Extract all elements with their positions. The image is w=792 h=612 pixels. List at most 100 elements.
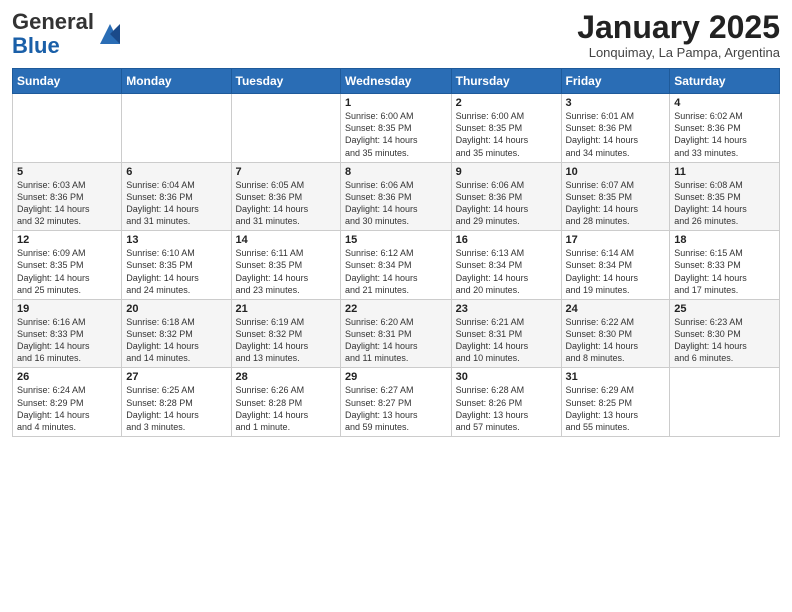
day-cell: 4Sunrise: 6:02 AMSunset: 8:36 PMDaylight… xyxy=(670,94,780,163)
day-content: Sunrise: 6:14 AMSunset: 8:34 PMDaylight:… xyxy=(566,247,666,296)
day-number: 19 xyxy=(17,303,117,315)
day-content: Sunrise: 6:23 AMSunset: 8:30 PMDaylight:… xyxy=(674,316,775,365)
day-number: 13 xyxy=(126,234,226,246)
day-content: Sunrise: 6:16 AMSunset: 8:33 PMDaylight:… xyxy=(17,316,117,365)
day-content: Sunrise: 6:06 AMSunset: 8:36 PMDaylight:… xyxy=(345,179,447,228)
day-number: 29 xyxy=(345,371,447,383)
day-content: Sunrise: 6:25 AMSunset: 8:28 PMDaylight:… xyxy=(126,384,226,433)
week-row-3: 12Sunrise: 6:09 AMSunset: 8:35 PMDayligh… xyxy=(13,231,780,300)
day-cell: 5Sunrise: 6:03 AMSunset: 8:36 PMDaylight… xyxy=(13,162,122,231)
day-cell: 25Sunrise: 6:23 AMSunset: 8:30 PMDayligh… xyxy=(670,299,780,368)
header-wednesday: Wednesday xyxy=(341,69,452,94)
day-content: Sunrise: 6:11 AMSunset: 8:35 PMDaylight:… xyxy=(236,247,336,296)
calendar-table: Sunday Monday Tuesday Wednesday Thursday… xyxy=(12,68,780,437)
day-cell: 20Sunrise: 6:18 AMSunset: 8:32 PMDayligh… xyxy=(122,299,231,368)
header: General Blue January 2025 Lonquimay, La … xyxy=(12,10,780,60)
day-content: Sunrise: 6:24 AMSunset: 8:29 PMDaylight:… xyxy=(17,384,117,433)
logo-icon xyxy=(96,20,124,48)
day-number: 12 xyxy=(17,234,117,246)
day-cell: 22Sunrise: 6:20 AMSunset: 8:31 PMDayligh… xyxy=(341,299,452,368)
day-number: 2 xyxy=(456,97,557,109)
day-number: 28 xyxy=(236,371,336,383)
day-content: Sunrise: 6:03 AMSunset: 8:36 PMDaylight:… xyxy=(17,179,117,228)
day-content: Sunrise: 6:05 AMSunset: 8:36 PMDaylight:… xyxy=(236,179,336,228)
day-cell: 31Sunrise: 6:29 AMSunset: 8:25 PMDayligh… xyxy=(561,368,670,437)
day-cell: 10Sunrise: 6:07 AMSunset: 8:35 PMDayligh… xyxy=(561,162,670,231)
day-number: 21 xyxy=(236,303,336,315)
day-cell: 6Sunrise: 6:04 AMSunset: 8:36 PMDaylight… xyxy=(122,162,231,231)
day-cell xyxy=(231,94,340,163)
day-content: Sunrise: 6:19 AMSunset: 8:32 PMDaylight:… xyxy=(236,316,336,365)
day-number: 18 xyxy=(674,234,775,246)
day-number: 9 xyxy=(456,166,557,178)
day-content: Sunrise: 6:12 AMSunset: 8:34 PMDaylight:… xyxy=(345,247,447,296)
day-number: 23 xyxy=(456,303,557,315)
day-cell: 27Sunrise: 6:25 AMSunset: 8:28 PMDayligh… xyxy=(122,368,231,437)
day-cell: 9Sunrise: 6:06 AMSunset: 8:36 PMDaylight… xyxy=(451,162,561,231)
day-content: Sunrise: 6:21 AMSunset: 8:31 PMDaylight:… xyxy=(456,316,557,365)
day-content: Sunrise: 6:10 AMSunset: 8:35 PMDaylight:… xyxy=(126,247,226,296)
header-friday: Friday xyxy=(561,69,670,94)
day-number: 14 xyxy=(236,234,336,246)
day-number: 1 xyxy=(345,97,447,109)
day-content: Sunrise: 6:27 AMSunset: 8:27 PMDaylight:… xyxy=(345,384,447,433)
day-number: 30 xyxy=(456,371,557,383)
day-number: 31 xyxy=(566,371,666,383)
day-cell: 26Sunrise: 6:24 AMSunset: 8:29 PMDayligh… xyxy=(13,368,122,437)
day-content: Sunrise: 6:06 AMSunset: 8:36 PMDaylight:… xyxy=(456,179,557,228)
day-cell: 28Sunrise: 6:26 AMSunset: 8:28 PMDayligh… xyxy=(231,368,340,437)
logo: General Blue xyxy=(12,10,124,58)
day-cell: 8Sunrise: 6:06 AMSunset: 8:36 PMDaylight… xyxy=(341,162,452,231)
week-row-4: 19Sunrise: 6:16 AMSunset: 8:33 PMDayligh… xyxy=(13,299,780,368)
day-cell: 24Sunrise: 6:22 AMSunset: 8:30 PMDayligh… xyxy=(561,299,670,368)
week-row-5: 26Sunrise: 6:24 AMSunset: 8:29 PMDayligh… xyxy=(13,368,780,437)
day-number: 6 xyxy=(126,166,226,178)
week-row-1: 1Sunrise: 6:00 AMSunset: 8:35 PMDaylight… xyxy=(13,94,780,163)
day-cell: 21Sunrise: 6:19 AMSunset: 8:32 PMDayligh… xyxy=(231,299,340,368)
day-number: 27 xyxy=(126,371,226,383)
day-cell: 19Sunrise: 6:16 AMSunset: 8:33 PMDayligh… xyxy=(13,299,122,368)
day-cell: 30Sunrise: 6:28 AMSunset: 8:26 PMDayligh… xyxy=(451,368,561,437)
day-number: 4 xyxy=(674,97,775,109)
day-content: Sunrise: 6:02 AMSunset: 8:36 PMDaylight:… xyxy=(674,110,775,159)
day-content: Sunrise: 6:20 AMSunset: 8:31 PMDaylight:… xyxy=(345,316,447,365)
header-saturday: Saturday xyxy=(670,69,780,94)
day-number: 20 xyxy=(126,303,226,315)
day-number: 8 xyxy=(345,166,447,178)
day-cell: 11Sunrise: 6:08 AMSunset: 8:35 PMDayligh… xyxy=(670,162,780,231)
day-cell: 29Sunrise: 6:27 AMSunset: 8:27 PMDayligh… xyxy=(341,368,452,437)
day-number: 11 xyxy=(674,166,775,178)
day-cell: 16Sunrise: 6:13 AMSunset: 8:34 PMDayligh… xyxy=(451,231,561,300)
day-cell: 13Sunrise: 6:10 AMSunset: 8:35 PMDayligh… xyxy=(122,231,231,300)
day-content: Sunrise: 6:26 AMSunset: 8:28 PMDaylight:… xyxy=(236,384,336,433)
day-cell: 23Sunrise: 6:21 AMSunset: 8:31 PMDayligh… xyxy=(451,299,561,368)
day-number: 17 xyxy=(566,234,666,246)
day-cell: 15Sunrise: 6:12 AMSunset: 8:34 PMDayligh… xyxy=(341,231,452,300)
week-row-2: 5Sunrise: 6:03 AMSunset: 8:36 PMDaylight… xyxy=(13,162,780,231)
day-content: Sunrise: 6:07 AMSunset: 8:35 PMDaylight:… xyxy=(566,179,666,228)
day-content: Sunrise: 6:00 AMSunset: 8:35 PMDaylight:… xyxy=(345,110,447,159)
day-content: Sunrise: 6:29 AMSunset: 8:25 PMDaylight:… xyxy=(566,384,666,433)
day-cell: 14Sunrise: 6:11 AMSunset: 8:35 PMDayligh… xyxy=(231,231,340,300)
day-cell xyxy=(670,368,780,437)
day-content: Sunrise: 6:15 AMSunset: 8:33 PMDaylight:… xyxy=(674,247,775,296)
day-number: 26 xyxy=(17,371,117,383)
day-number: 7 xyxy=(236,166,336,178)
location-subtitle: Lonquimay, La Pampa, Argentina xyxy=(577,45,780,60)
day-content: Sunrise: 6:00 AMSunset: 8:35 PMDaylight:… xyxy=(456,110,557,159)
logo-blue: Blue xyxy=(12,33,60,58)
day-content: Sunrise: 6:01 AMSunset: 8:36 PMDaylight:… xyxy=(566,110,666,159)
day-number: 22 xyxy=(345,303,447,315)
day-cell: 1Sunrise: 6:00 AMSunset: 8:35 PMDaylight… xyxy=(341,94,452,163)
day-content: Sunrise: 6:09 AMSunset: 8:35 PMDaylight:… xyxy=(17,247,117,296)
day-number: 10 xyxy=(566,166,666,178)
day-number: 25 xyxy=(674,303,775,315)
logo-general: General xyxy=(12,9,94,34)
day-content: Sunrise: 6:28 AMSunset: 8:26 PMDaylight:… xyxy=(456,384,557,433)
header-thursday: Thursday xyxy=(451,69,561,94)
logo-text-block: General Blue xyxy=(12,10,94,58)
header-sunday: Sunday xyxy=(13,69,122,94)
day-number: 16 xyxy=(456,234,557,246)
weekday-header-row: Sunday Monday Tuesday Wednesday Thursday… xyxy=(13,69,780,94)
day-cell: 17Sunrise: 6:14 AMSunset: 8:34 PMDayligh… xyxy=(561,231,670,300)
